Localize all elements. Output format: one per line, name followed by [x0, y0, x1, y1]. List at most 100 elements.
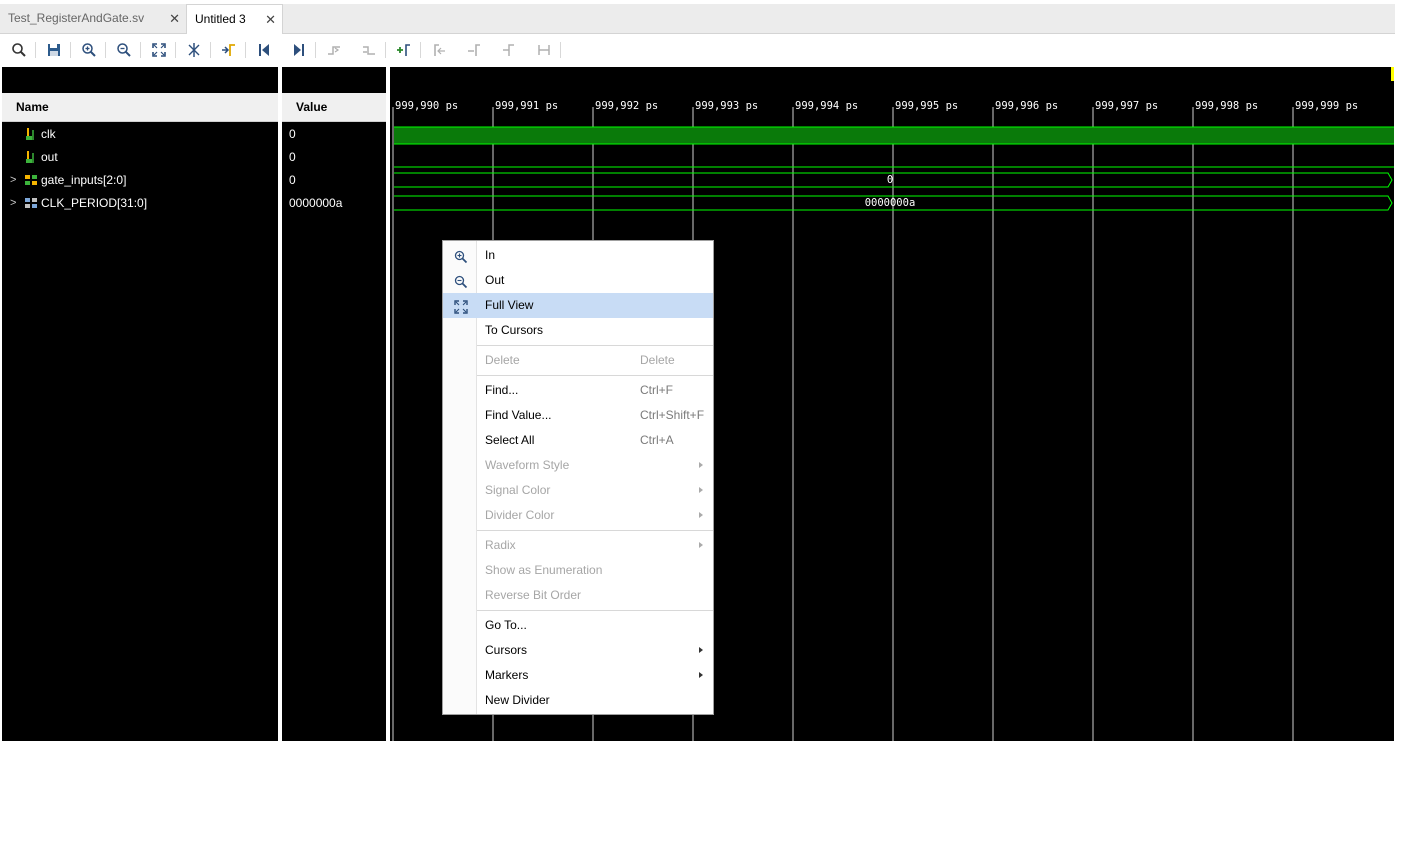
zoom-in-icon — [454, 248, 468, 264]
menu-item-label: Full View — [485, 298, 534, 312]
go-to-cursor-icon[interactable] — [183, 39, 205, 61]
menu-item-waveform-style[interactable]: Waveform Style — [443, 453, 713, 478]
menu-item-signal-color[interactable]: Signal Color — [443, 478, 713, 503]
expand-chevron-icon[interactable]: > — [10, 193, 16, 213]
menu-item-label: Reverse Bit Order — [485, 588, 582, 602]
clk-waveform — [394, 127, 1394, 144]
submenu-arrow-icon — [699, 672, 703, 678]
menu-item-label: New Divider — [485, 693, 550, 707]
signal-name: gate_inputs[2:0] — [41, 173, 127, 187]
time-tick-label: 999,990 ps — [395, 100, 458, 112]
next-marker-icon[interactable] — [358, 39, 380, 61]
tab-label: Test_RegisterAndGate.sv — [8, 11, 145, 25]
menu-item-label: Find Value... — [485, 408, 552, 422]
menu-item-markers[interactable]: Markers — [443, 663, 713, 688]
time-tick-label: 999,993 ps — [695, 100, 758, 112]
previous-transition-icon[interactable] — [253, 39, 275, 61]
measure-icon[interactable] — [533, 39, 555, 61]
menu-item-out[interactable]: Out — [443, 268, 713, 293]
menu-item-label: Radix — [485, 538, 516, 552]
submenu-arrow-icon — [699, 462, 703, 468]
expand-chevron-icon[interactable]: > — [10, 170, 16, 190]
waveform-toolbar — [0, 34, 1395, 65]
gate-inputs-bus-value: 0 — [887, 174, 893, 186]
menu-item-label: Find... — [485, 383, 519, 397]
parameter-bus-icon — [25, 198, 37, 208]
signal-row-gate-inputs[interactable]: > gate_inputs[2:0] — [2, 170, 278, 190]
menu-item-label: Signal Color — [485, 483, 551, 497]
signal-row-out[interactable]: out — [2, 147, 278, 167]
tab-close-icon[interactable]: ✕ — [169, 4, 180, 33]
clk-period-bus-value: 0000000a — [865, 197, 916, 209]
time-tick-label: 999,998 ps — [1195, 100, 1258, 112]
waveform-context-menu: In Out Full View To Cursors Delete Delete Find… — [442, 240, 714, 715]
menu-item-full-view[interactable]: Full View — [443, 293, 713, 318]
logic-signal-icon — [26, 151, 34, 163]
menu-item-reverse-bit-order[interactable]: Reverse Bit Order — [443, 583, 713, 608]
add-marker-icon[interactable] — [393, 39, 415, 61]
menu-separator — [477, 530, 713, 531]
menu-item-show-as-enumeration[interactable]: Show as Enumeration — [443, 558, 713, 583]
go-to-time-zero-icon[interactable] — [218, 39, 240, 61]
menu-separator — [477, 345, 713, 346]
tab-close-icon[interactable]: ✕ — [265, 5, 276, 34]
tab-untitled-3[interactable]: Untitled 3 ✕ — [186, 4, 283, 34]
menu-item-select-all[interactable]: Select All Ctrl+A — [443, 428, 713, 453]
menu-item-shortcut: Ctrl+F — [640, 383, 673, 397]
time-tick-label: 999,995 ps — [895, 100, 958, 112]
signal-value: 0000000a — [289, 196, 343, 210]
name-column-header[interactable]: Name — [2, 93, 278, 122]
zoom-out-icon — [454, 273, 468, 289]
submenu-arrow-icon — [699, 512, 703, 518]
menu-item-go-to[interactable]: Go To... — [443, 613, 713, 638]
menu-item-to-cursors[interactable]: To Cursors — [443, 318, 713, 343]
snap-to-transition-icon[interactable] — [463, 39, 485, 61]
zoom-out-icon[interactable] — [113, 39, 135, 61]
swap-cursors-icon[interactable] — [428, 39, 450, 61]
tab-test-registerandgate[interactable]: Test_RegisterAndGate.sv ✕ — [0, 4, 186, 33]
menu-item-shortcut: Ctrl+Shift+F — [640, 408, 705, 422]
menu-item-label: Delete — [485, 353, 520, 367]
zoom-in-icon[interactable] — [78, 39, 100, 61]
logic-signal-icon — [26, 128, 34, 140]
signal-row-clk[interactable]: clk — [2, 124, 278, 144]
zoom-fit-icon[interactable] — [148, 39, 170, 61]
menu-item-label: To Cursors — [485, 323, 544, 337]
menu-item-delete[interactable]: Delete Delete — [443, 348, 713, 373]
editor-tab-bar: Test_RegisterAndGate.sv ✕ Untitled 3 ✕ — [0, 4, 1395, 34]
menu-item-find-value[interactable]: Find Value... Ctrl+Shift+F — [443, 403, 713, 428]
menu-item-shortcut: Ctrl+A — [640, 433, 674, 447]
zoom-fit-icon — [454, 298, 468, 314]
next-transition-icon[interactable] — [288, 39, 310, 61]
previous-marker-icon[interactable] — [323, 39, 345, 61]
menu-item-label: Divider Color — [485, 508, 555, 522]
signal-value: 0 — [289, 173, 296, 187]
menu-item-shortcut: Delete — [640, 353, 675, 367]
time-tick-label: 999,994 ps — [795, 100, 858, 112]
menu-item-find[interactable]: Find... Ctrl+F — [443, 378, 713, 403]
search-icon[interactable] — [8, 39, 30, 61]
time-cursor-marker[interactable] — [1391, 67, 1394, 81]
save-icon[interactable] — [43, 39, 65, 61]
bus-signal-icon — [25, 175, 37, 185]
signal-name: CLK_PERIOD[31:0] — [41, 196, 148, 210]
menu-item-cursors[interactable]: Cursors — [443, 638, 713, 663]
signal-name: clk — [41, 127, 56, 141]
signal-row-clk-period[interactable]: > CLK_PERIOD[31:0] — [2, 193, 278, 213]
submenu-arrow-icon — [699, 487, 703, 493]
menu-item-radix[interactable]: Radix — [443, 533, 713, 558]
value-column-header[interactable]: Value — [282, 93, 386, 122]
menu-item-label: Cursors — [485, 643, 528, 657]
menu-item-divider-color[interactable]: Divider Color — [443, 503, 713, 528]
menu-item-new-divider[interactable]: New Divider — [443, 688, 713, 713]
time-tick-label: 999,997 ps — [1095, 100, 1158, 112]
time-tick-label: 999,992 ps — [595, 100, 658, 112]
menu-item-label: Show as Enumeration — [485, 563, 603, 577]
menu-item-label: In — [485, 248, 496, 262]
signal-name-panel: Name clk out > gate_inputs[2:0] > CLK_PE… — [2, 67, 278, 741]
time-tick-label: 999,991 ps — [495, 100, 558, 112]
menu-separator — [477, 375, 713, 376]
menu-item-in[interactable]: In — [443, 243, 713, 268]
floating-ruler-icon[interactable] — [498, 39, 520, 61]
tab-label: Untitled 3 — [195, 12, 246, 26]
